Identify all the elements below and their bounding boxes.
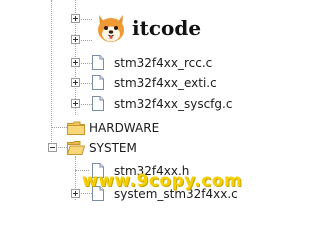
folder-icon [67, 121, 85, 135]
expand-plus-icon[interactable] [71, 78, 80, 87]
tree-item-syscfg[interactable]: stm32f4xx_syscfg.c [0, 95, 300, 113]
watermark-text: www.9copy.com [82, 171, 243, 191]
collapse-minus-icon[interactable] [48, 143, 57, 152]
tree-item-hardware[interactable]: HARDWARE [0, 119, 300, 137]
tree-item-rcc[interactable]: stm32f4xx_rcc.c [0, 54, 300, 72]
tree-item-label: stm32f4xx_syscfg.c [114, 97, 233, 111]
file-icon [92, 55, 104, 70]
itcode-logo: itcode [94, 10, 206, 46]
folder-open-icon [67, 141, 85, 155]
tree-item-label: stm32f4xx_rcc.c [114, 56, 213, 70]
expand-plus-icon[interactable] [71, 99, 80, 108]
shiba-dog-icon [98, 15, 124, 42]
tree-item-label: HARDWARE [89, 121, 160, 135]
tree-item-label: stm32f4xx_exti.c [114, 76, 217, 90]
tree-item-label: SYSTEM [89, 141, 137, 155]
expand-plus-icon[interactable] [71, 14, 80, 23]
tree-item-exti[interactable]: stm32f4xx_exti.c [0, 74, 300, 92]
tree-item-system[interactable]: SYSTEM [0, 139, 300, 157]
logo-text: itcode [132, 16, 202, 40]
expand-plus-icon[interactable] [71, 35, 80, 44]
file-icon [92, 96, 104, 111]
file-icon [92, 75, 104, 90]
expand-plus-icon[interactable] [71, 58, 80, 67]
expand-plus-icon[interactable] [71, 189, 80, 198]
